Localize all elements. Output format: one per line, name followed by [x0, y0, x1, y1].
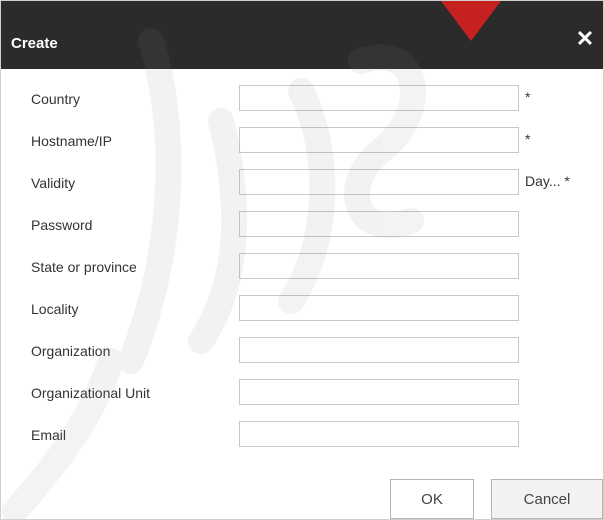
hostname-label: Hostname/IP [31, 133, 112, 149]
hostname-required-marker: * [525, 131, 531, 147]
form-row-organization: Organization [1, 337, 603, 365]
country-label: Country [31, 91, 81, 107]
validity-field[interactable] [239, 169, 519, 195]
ok-button[interactable]: OK [390, 479, 474, 519]
form-row-validity: Validity Day... * [1, 169, 603, 197]
password-field[interactable] [239, 211, 519, 237]
org-unit-label: Organizational Unit [31, 385, 151, 401]
form-row-email: Email [1, 421, 603, 449]
form-row-password: Password [1, 211, 603, 239]
validity-label: Validity [31, 175, 76, 191]
organization-label: Organization [31, 343, 111, 359]
state-field[interactable] [239, 253, 519, 279]
dialog-title: Create [11, 35, 58, 52]
cancel-button[interactable]: Cancel [491, 479, 603, 519]
state-label: State or province [31, 259, 137, 275]
locality-field[interactable] [239, 295, 519, 321]
password-label: Password [31, 217, 93, 233]
validity-unit-label: Day... * [525, 173, 570, 189]
org-unit-field[interactable] [239, 379, 519, 405]
form-row-locality: Locality [1, 295, 603, 323]
country-required-marker: * [525, 89, 531, 105]
organization-field[interactable] [239, 337, 519, 363]
form-row-org-unit: Organizational Unit [1, 379, 603, 407]
create-dialog: Create ✕ Country * Hostname/IP * Validit… [0, 0, 604, 520]
hostname-field[interactable] [239, 127, 519, 153]
form-row-state: State or province [1, 253, 603, 281]
email-field[interactable] [239, 421, 519, 447]
form-row-country: Country * [1, 85, 603, 113]
locality-label: Locality [31, 301, 79, 317]
dialog-titlebar: Create ✕ [1, 1, 603, 69]
country-field[interactable] [239, 85, 519, 111]
close-icon[interactable]: ✕ [573, 26, 597, 51]
form-row-hostname: Hostname/IP * [1, 127, 603, 155]
email-label: Email [31, 427, 67, 443]
